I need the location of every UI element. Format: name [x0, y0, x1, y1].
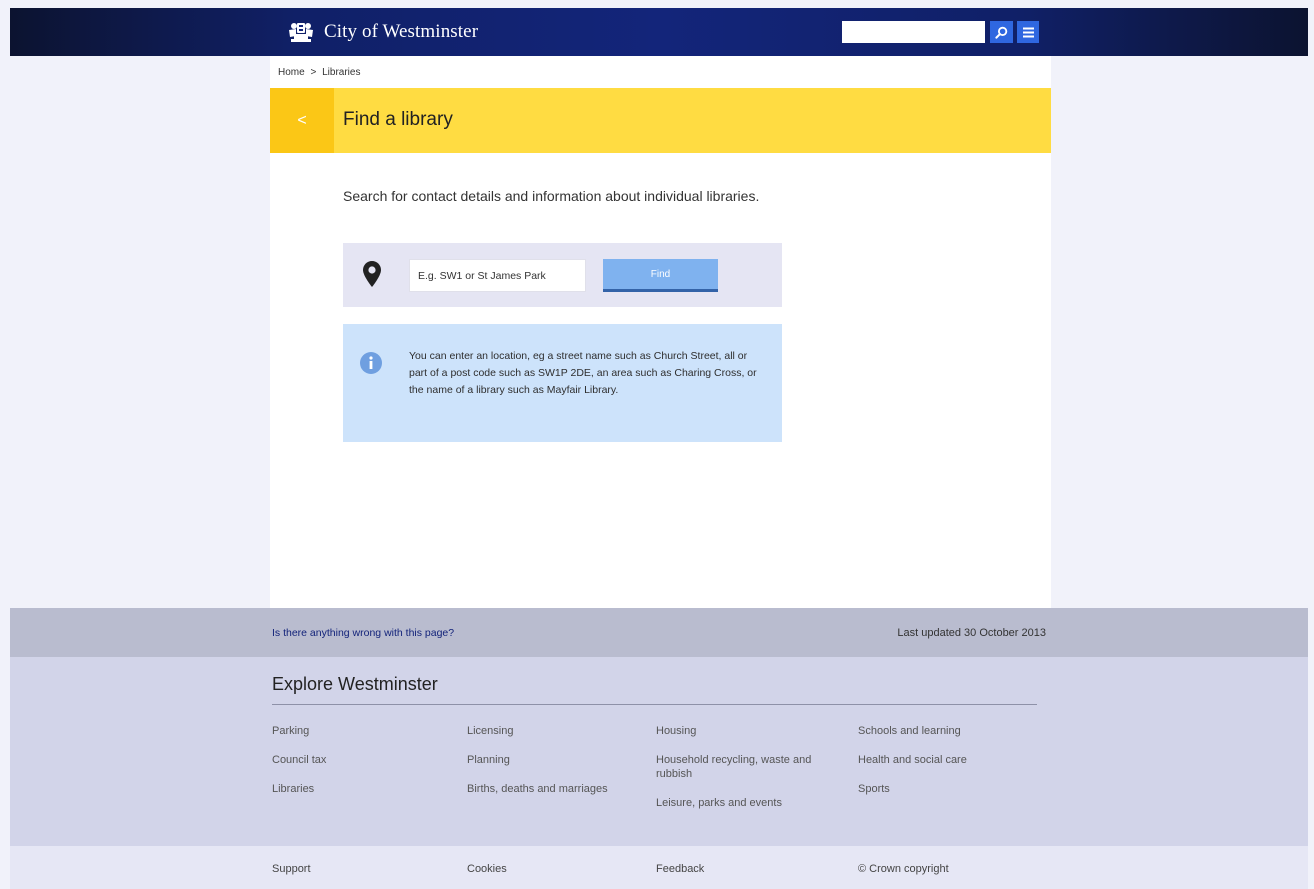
- explore-link-recycling[interactable]: Household recycling, waste and rubbish: [656, 753, 826, 781]
- explore-link-housing[interactable]: Housing: [656, 724, 826, 738]
- location-input[interactable]: [409, 259, 586, 292]
- footer-link-support[interactable]: Support: [272, 863, 311, 875]
- menu-button[interactable]: [1017, 21, 1039, 43]
- main-content: Home > Libraries < Find a library Search…: [270, 56, 1051, 608]
- explore-link-health[interactable]: Health and social care: [858, 753, 1043, 767]
- breadcrumb-current[interactable]: Libraries: [322, 67, 360, 78]
- footer-bar: Support Cookies Feedback © Crown copyrig…: [10, 846, 1308, 889]
- breadcrumb-separator: >: [310, 67, 317, 78]
- footer-link-feedback[interactable]: Feedback: [656, 863, 704, 875]
- explore-column-2: Licensing Planning Births, deaths and ma…: [467, 724, 652, 811]
- search-button[interactable]: [990, 21, 1013, 43]
- site-logo[interactable]: City of Westminster: [286, 18, 478, 46]
- footer-link-cookies[interactable]: Cookies: [467, 863, 507, 875]
- library-search-box: Find: [343, 243, 782, 307]
- explore-link-libraries[interactable]: Libraries: [272, 782, 457, 796]
- report-problem-link[interactable]: Is there anything wrong with this page?: [272, 627, 454, 639]
- feedback-bar: Is there anything wrong with this page? …: [10, 608, 1308, 657]
- explore-link-licensing[interactable]: Licensing: [467, 724, 652, 738]
- explore-link-schools[interactable]: Schools and learning: [858, 724, 1043, 738]
- explore-link-leisure[interactable]: Leisure, parks and events: [656, 796, 826, 810]
- explore-column-4: Schools and learning Health and social c…: [858, 724, 1043, 811]
- info-box: You can enter an location, eg a street n…: [343, 324, 782, 442]
- copyright-notice: © Crown copyright: [858, 863, 949, 875]
- site-name: City of Westminster: [324, 21, 479, 42]
- info-text: You can enter an location, eg a street n…: [409, 350, 757, 396]
- explore-link-council-tax[interactable]: Council tax: [272, 753, 457, 767]
- back-button[interactable]: <: [270, 88, 334, 153]
- intro-text: Search for contact details and informati…: [343, 188, 760, 204]
- find-button[interactable]: Find: [603, 259, 718, 292]
- explore-link-parking[interactable]: Parking: [272, 724, 457, 738]
- explore-link-births-deaths-marriages[interactable]: Births, deaths and marriages: [467, 782, 652, 796]
- search-icon: [995, 26, 1008, 39]
- breadcrumb: Home > Libraries: [278, 67, 363, 78]
- last-updated: Last updated 30 October 2013: [897, 627, 1046, 639]
- site-header: City of Westminster: [10, 8, 1308, 56]
- explore-link-planning[interactable]: Planning: [467, 753, 652, 767]
- explore-divider: [272, 704, 1037, 705]
- breadcrumb-home[interactable]: Home: [278, 67, 305, 78]
- explore-column-3: Housing Household recycling, waste and r…: [656, 724, 826, 825]
- explore-section: Explore Westminster Parking Council tax …: [10, 657, 1308, 846]
- explore-title: Explore Westminster: [272, 674, 438, 694]
- site-search-input[interactable]: [842, 21, 985, 43]
- menu-icon: [1022, 27, 1034, 37]
- crest-logo-icon: [289, 23, 313, 42]
- page-title: Find a library: [343, 109, 453, 130]
- explore-column-1: Parking Council tax Libraries: [272, 724, 457, 811]
- chevron-left-icon: <: [297, 111, 307, 129]
- info-icon: [360, 352, 382, 374]
- title-bar: < Find a library: [270, 88, 1051, 153]
- explore-link-sports[interactable]: Sports: [858, 782, 1043, 796]
- location-pin-icon: [363, 261, 381, 287]
